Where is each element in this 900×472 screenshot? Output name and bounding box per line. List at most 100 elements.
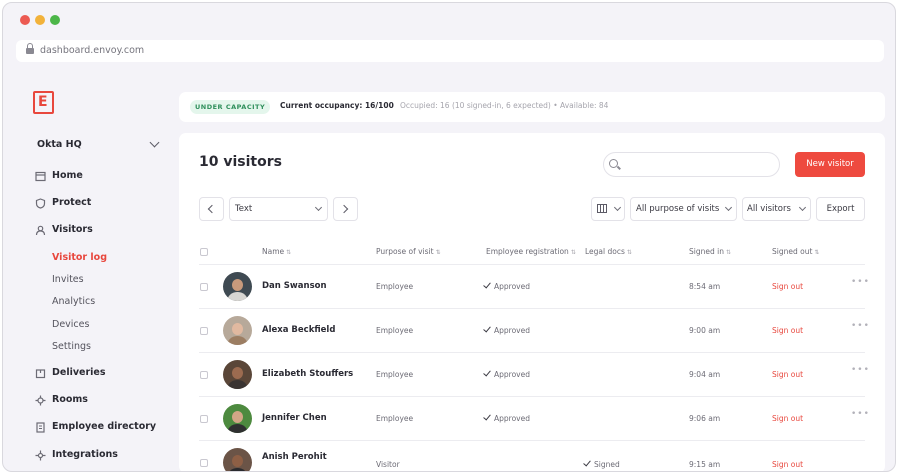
check-icon (483, 412, 491, 421)
check-icon (483, 280, 491, 289)
minimize-window-button[interactable] (35, 15, 45, 25)
row-checkbox[interactable] (200, 283, 208, 291)
browser-window: dashboard.envoy.com E Okta HQ Home Prote… (2, 2, 896, 472)
signed-in-time: 8:54 am (689, 282, 721, 291)
sign-out-link[interactable]: Sign out (772, 370, 803, 379)
sidebar-item-label: Deliveries (52, 367, 106, 378)
chevron-down-icon (724, 203, 733, 212)
table-row[interactable]: Anish Perohit Visitor Signed 9:15 am Sig… (199, 441, 865, 471)
visitor-type-filter-select[interactable]: All visitors (742, 197, 811, 221)
visit-purpose: Visitor (376, 460, 400, 469)
sidebar: E Okta HQ Home Protect Visitors Visitor … (17, 83, 177, 471)
integrations-icon (35, 450, 46, 461)
close-window-button[interactable] (20, 15, 30, 25)
export-button[interactable]: Export (816, 197, 865, 221)
url-text: dashboard.envoy.com (40, 45, 145, 56)
location-selector[interactable]: Okta HQ (37, 139, 82, 150)
column-header-name[interactable]: Name ⇅ (262, 247, 291, 256)
sidebar-subitem-analytics[interactable]: Analytics (52, 296, 95, 307)
table-row[interactable]: Jennifer Chen Employee Approved 9:06 am … (199, 397, 869, 441)
sign-out-link[interactable]: Sign out (772, 460, 803, 469)
sidebar-item-label: Home (52, 170, 83, 181)
check-icon (483, 324, 491, 333)
legal-docs-status: Signed (583, 458, 620, 469)
previous-day-button[interactable] (199, 197, 224, 221)
occupancy-detail: Occupied: 16 (10 signed-in, 6 expected) … (400, 101, 609, 110)
capacity-bar: UNDER CAPACITY Current occupancy: 16/100… (179, 92, 885, 122)
sidebar-item-label: Visitors (52, 224, 93, 235)
select-all-checkbox[interactable] (200, 248, 208, 256)
column-header-purpose[interactable]: Purpose of visit ⇅ (376, 247, 441, 256)
chevron-down-icon (798, 203, 807, 212)
table-header: Name ⇅ Purpose of visit ⇅ Employee registr… (199, 241, 865, 265)
envoy-logo[interactable]: E (33, 91, 54, 114)
visitor-log-panel: 10 visitors New visitor Text All purpose… (179, 133, 885, 471)
chevron-down-icon (314, 203, 323, 212)
row-checkbox[interactable] (200, 459, 208, 467)
signed-in-time: 9:04 am (689, 370, 721, 379)
lock-icon (26, 43, 34, 55)
column-header-legal-docs[interactable]: Legal docs ⇅ (585, 247, 632, 256)
home-icon (35, 171, 46, 182)
table-row[interactable]: Elizabeth Stouffers Employee Approved 9:… (199, 353, 869, 397)
capacity-status-badge: UNDER CAPACITY (190, 100, 271, 114)
chevron-left-icon (207, 204, 217, 214)
sidebar-subitem-devices[interactable]: Devices (52, 319, 89, 330)
address-bar[interactable]: dashboard.envoy.com (16, 40, 884, 62)
visitor-type-filter-value: All visitors (747, 204, 791, 214)
search-input[interactable] (603, 152, 780, 177)
avatar (223, 404, 252, 433)
shield-icon (35, 198, 46, 209)
next-day-button[interactable] (333, 197, 358, 221)
more-options-icon[interactable]: ••• (851, 409, 870, 419)
sign-out-link[interactable]: Sign out (772, 326, 803, 335)
sign-out-link[interactable]: Sign out (772, 282, 803, 291)
purpose-filter-select[interactable]: All purpose of visits (630, 197, 737, 221)
registration-status: Approved (483, 412, 530, 423)
new-visitor-button[interactable]: New visitor (795, 152, 865, 177)
directory-icon (36, 422, 45, 433)
table-row[interactable]: Dan Swanson Employee Approved 8:54 am Si… (199, 265, 869, 309)
table-row[interactable]: Alexa Beckfield Employee Approved 9:00 a… (199, 309, 869, 353)
column-header-registration[interactable]: Employee registration ⇅ (486, 247, 576, 256)
columns-toggle-button[interactable] (591, 197, 625, 221)
visitor-name[interactable]: Anish Perohit (262, 452, 327, 462)
column-header-signed-out[interactable]: Signed out ⇅ (772, 247, 819, 256)
row-checkbox[interactable] (200, 371, 208, 379)
sign-out-link[interactable]: Sign out (772, 414, 803, 423)
current-occupancy: Current occupancy: 16/100 (280, 101, 394, 110)
avatar (223, 316, 252, 345)
package-icon (35, 369, 46, 379)
column-header-signed-in[interactable]: Signed in ⇅ (689, 247, 731, 256)
visitor-name[interactable]: Dan Swanson (262, 281, 327, 291)
more-options-icon[interactable]: ••• (851, 321, 870, 331)
visitors-icon (35, 225, 46, 236)
sidebar-subitem-settings[interactable]: Settings (52, 341, 91, 352)
rooms-icon (35, 395, 46, 406)
visitor-name[interactable]: Alexa Beckfield (262, 325, 335, 335)
more-options-icon[interactable]: ••• (851, 365, 870, 375)
avatar (223, 272, 252, 301)
chevron-down-icon[interactable] (149, 137, 160, 148)
date-filter-value: Text (235, 204, 253, 214)
visitor-name[interactable]: Jennifer Chen (262, 413, 327, 423)
sidebar-subitem-visitor-log[interactable]: Visitor log (52, 252, 107, 263)
date-filter-select[interactable]: Text (229, 197, 328, 221)
more-options-icon[interactable]: ••• (851, 277, 870, 287)
registration-status: Approved (483, 324, 530, 335)
titlebar (3, 3, 895, 37)
sidebar-item-label: Rooms (52, 394, 88, 405)
check-icon (583, 458, 591, 467)
purpose-filter-value: All purpose of visits (636, 204, 720, 214)
visit-purpose: Employee (376, 326, 414, 335)
search-icon (609, 159, 618, 168)
visitor-name[interactable]: Elizabeth Stouffers (262, 369, 353, 379)
row-checkbox[interactable] (200, 327, 208, 335)
row-checkbox[interactable] (200, 415, 208, 423)
maximize-window-button[interactable] (50, 15, 60, 25)
columns-icon (597, 204, 607, 213)
signed-in-time: 9:06 am (689, 414, 721, 423)
sidebar-subitem-invites[interactable]: Invites (52, 274, 84, 285)
chevron-down-icon (613, 203, 622, 212)
page-title: 10 visitors (199, 154, 282, 170)
